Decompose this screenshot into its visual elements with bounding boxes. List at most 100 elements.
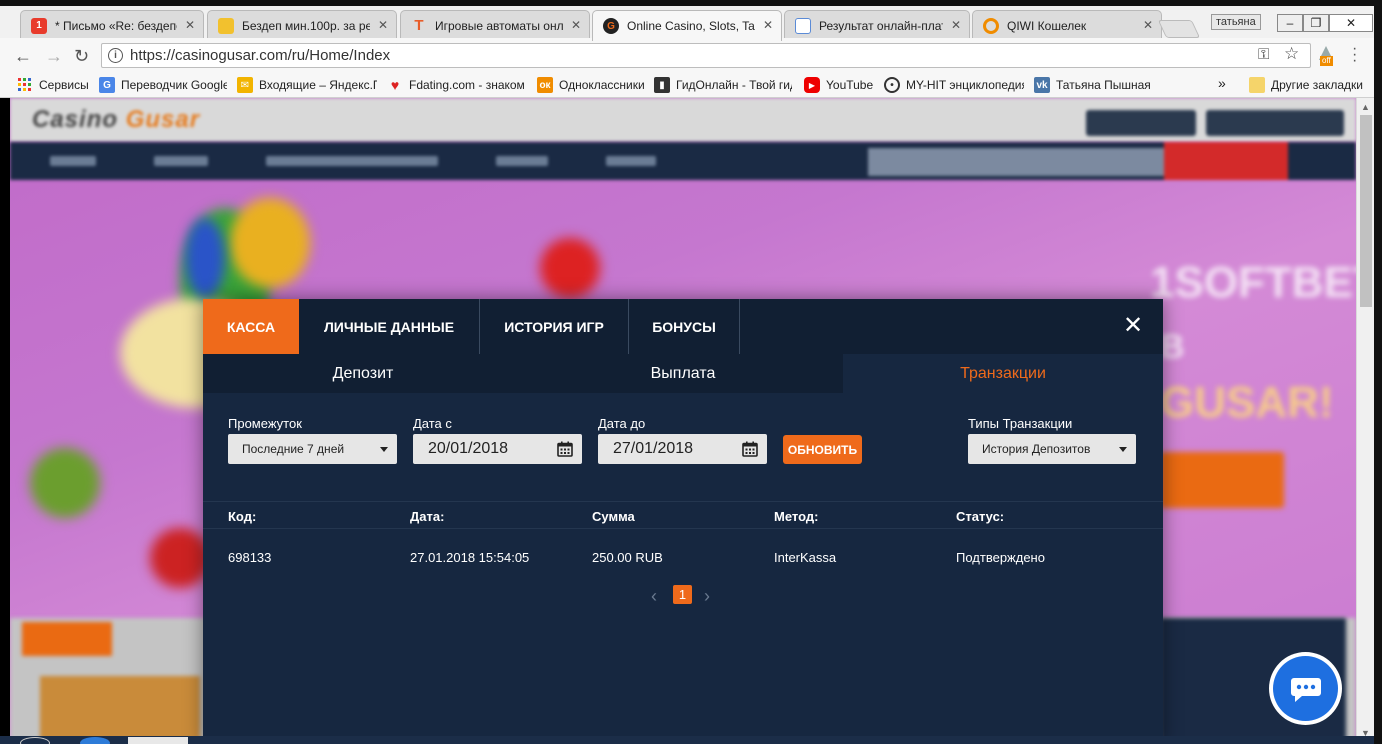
close-tab-icon[interactable]: ✕ [951, 18, 961, 32]
bookmark-label: Входящие – Яндекс.П [259, 78, 377, 92]
new-tab-button[interactable] [1157, 20, 1201, 38]
transaction-type-value: История Депозитов [982, 442, 1091, 456]
close-tab-icon[interactable]: ✕ [185, 18, 195, 32]
google-translate-icon: G [99, 77, 115, 93]
odnoklassniki-icon: ок [537, 77, 553, 93]
profile-button[interactable]: татьяна [1211, 14, 1261, 30]
bookmark-label: YouTube [826, 78, 874, 92]
cell-date: 27.01.2018 15:54:05 [410, 550, 530, 565]
browser-toolbar: ← → ↻ i https://casinogusar.com/ru/Home/… [0, 38, 1382, 72]
close-tab-icon[interactable]: ✕ [571, 18, 581, 32]
chevron-left-icon[interactable]: ‹ [651, 586, 657, 607]
transaction-type-select[interactable]: История Депозитов [968, 434, 1136, 464]
tab-title: Результат онлайн-плате [819, 18, 943, 33]
column-header-amount: Сумма [592, 509, 635, 524]
table-divider [203, 501, 1163, 502]
flag-icon [218, 17, 234, 34]
taskbar-app[interactable] [128, 737, 188, 744]
bookmark-item[interactable]: ♥ Fdating.com - знакомс [387, 77, 525, 93]
date-from-input[interactable]: 20/01/2018 [413, 434, 582, 464]
window-frame [1374, 0, 1382, 744]
site-register-button [1206, 110, 1344, 136]
browser-tab-4-active[interactable]: G Online Casino, Slots, Tabl ✕ [592, 10, 782, 41]
period-select[interactable]: Последние 7 дней [228, 434, 397, 464]
back-arrow-icon[interactable]: ← [14, 46, 32, 67]
restore-window-button[interactable]: ❐ [1303, 14, 1329, 32]
bookmark-item[interactable]: • MY-HIT энциклопедия [884, 77, 1024, 93]
cell-code: 698133 [228, 550, 272, 565]
extension-badge: off [1320, 56, 1333, 66]
bookmark-label: Fdating.com - знакомс [409, 78, 525, 92]
date-to-input[interactable]: 27/01/2018 [598, 434, 767, 464]
subtab-withdrawal[interactable]: Выплата [523, 354, 843, 393]
tab-title: Игровые автоматы онлай [435, 18, 563, 33]
bookmark-item[interactable]: ок Одноклассники [537, 77, 645, 93]
qiwi-icon [983, 17, 999, 34]
chevron-right-icon[interactable]: › [704, 586, 710, 607]
reload-icon[interactable]: ↻ [74, 46, 89, 67]
other-bookmarks-folder[interactable]: Другие закладки [1249, 77, 1363, 93]
calendar-icon[interactable] [557, 441, 573, 457]
browser-menu-icon[interactable]: · · · [1352, 41, 1357, 69]
casino-gusar-icon: G [603, 18, 619, 34]
browser-tab-1[interactable]: 1 * Письмо «Re: бездепози ✕ [20, 10, 204, 40]
site-header: Casino Gusar [10, 98, 1356, 142]
chat-button[interactable] [1269, 652, 1342, 725]
bookmark-item[interactable]: G Переводчик Google [99, 77, 227, 93]
close-tab-icon[interactable]: ✕ [378, 18, 388, 32]
tab-cashier[interactable]: КАССА [203, 299, 299, 354]
bookmark-item[interactable]: ▮ ГидОнлайн - Твой гид [654, 77, 792, 93]
calendar-icon[interactable] [742, 441, 758, 457]
date-from-label: Дата с [413, 416, 452, 431]
subtab-deposit[interactable]: Депозит [203, 354, 523, 393]
site-info-icon[interactable]: i [108, 48, 123, 63]
cashier-subtabs: Депозит Выплата Транзакции [203, 354, 1163, 393]
close-tab-icon[interactable]: ✕ [1143, 18, 1153, 32]
close-tab-icon[interactable]: ✕ [763, 18, 773, 32]
address-bar[interactable]: i https://casinogusar.com/ru/Home/Index [101, 43, 1311, 68]
column-header-method: Метод: [774, 509, 819, 524]
extension-icon[interactable]: off [1316, 44, 1336, 66]
scrollbar-thumb[interactable] [1360, 115, 1372, 307]
cell-status: Подтверждено [956, 550, 1045, 565]
pagination-page[interactable]: 1 [673, 585, 692, 604]
minimize-window-button[interactable]: – [1277, 14, 1303, 32]
scroll-up-icon[interactable]: ▲ [1361, 102, 1370, 112]
url-text: https://casinogusar.com/ru/Home/Index [130, 47, 391, 64]
site-logo: Casino Gusar [32, 106, 201, 133]
film-icon: ▮ [654, 77, 670, 93]
ie-icon[interactable] [80, 737, 110, 744]
key-icon[interactable]: ⚿ [1258, 46, 1269, 63]
bookmark-item[interactable]: Сервисы [17, 77, 89, 93]
start-button-icon[interactable] [20, 737, 50, 744]
browser-tab-2[interactable]: Бездеп мин.100р. за реги ✕ [207, 10, 397, 40]
browser-tab-3[interactable]: T Игровые автоматы онлай ✕ [400, 10, 590, 40]
bookmarks-bar: Сервисы G Переводчик Google ✉ Входящие –… [0, 72, 1382, 98]
close-icon[interactable]: ✕ [1123, 314, 1143, 338]
tab-title: Бездеп мин.100р. за реги [242, 18, 370, 33]
bookmark-item[interactable]: vk Татьяна Пышная [1034, 77, 1151, 93]
transaction-type-label: Типы Транзакции [968, 416, 1073, 431]
forward-arrow-icon[interactable]: → [45, 46, 63, 67]
bookmarks-overflow-button[interactable]: » [1218, 75, 1226, 91]
refresh-button[interactable]: ОБНОВИТЬ [783, 435, 862, 464]
bookmark-star-icon[interactable]: ☆ [1284, 44, 1299, 64]
film-reel-icon: • [884, 77, 900, 93]
bookmark-item[interactable]: ✉ Входящие – Яндекс.П [237, 77, 377, 93]
period-label: Промежуток [228, 416, 302, 431]
page-scrollbar[interactable]: ▲ ▼ [1356, 98, 1374, 744]
bookmark-label: Сервисы [39, 78, 89, 92]
browser-tab-5[interactable]: Результат онлайн-плате ✕ [784, 10, 970, 40]
folder-icon [1249, 77, 1265, 93]
date-from-value: 20/01/2018 [428, 440, 509, 457]
bookmark-item[interactable]: ▶ YouTube [804, 77, 873, 93]
browser-tab-6[interactable]: QIWI Кошелек ✕ [972, 10, 1162, 40]
bookmark-label: Другие закладки [1271, 78, 1363, 92]
tab-bonuses[interactable]: БОНУСЫ [629, 299, 740, 354]
subtab-transactions[interactable]: Транзакции [843, 354, 1163, 393]
close-window-button[interactable]: ✕ [1329, 14, 1373, 32]
column-header-code: Код: [228, 509, 257, 524]
tab-game-history[interactable]: ИСТОРИЯ ИГР [480, 299, 629, 354]
site-login-button [1086, 110, 1196, 136]
tab-personal-data[interactable]: ЛИЧНЫЕ ДАННЫЕ [299, 299, 480, 354]
